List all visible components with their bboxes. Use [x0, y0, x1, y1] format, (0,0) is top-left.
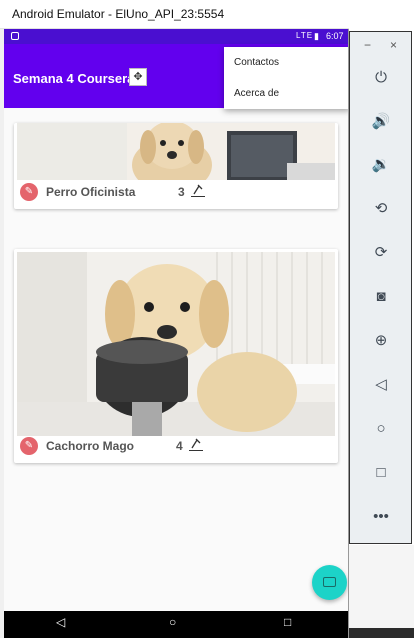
rotate-right-icon[interactable]: ⟳ — [369, 241, 393, 265]
bone-icon[interactable]: ✎ — [20, 183, 38, 201]
overflow-menu: Contactos Acerca de — [224, 47, 348, 109]
pet-card[interactable]: ✎ Perro Oficinista 3 — [14, 123, 338, 209]
pet-name: Perro Oficinista — [46, 185, 136, 199]
home-icon[interactable]: ○ — [369, 417, 393, 441]
status-time: 6:07 — [326, 31, 344, 41]
back-icon[interactable]: ◁ — [369, 373, 393, 397]
favorites-paw-icon[interactable]: ✥ — [129, 68, 147, 86]
menu-item-contactos[interactable]: Contactos — [234, 57, 279, 68]
volume-down-icon[interactable]: 🔉 — [369, 153, 393, 177]
camera-fab-button[interactable] — [312, 565, 347, 600]
pet-list[interactable]: ✎ Perro Oficinista 3 ✎ Cachorro Mago 4 — [4, 108, 348, 608]
camera-icon — [323, 577, 336, 587]
battery-icon: ▮ — [314, 31, 319, 41]
network-indicator: LTE — [296, 31, 314, 40]
power-icon[interactable]: ⏻ — [369, 66, 393, 90]
pet-likes: 4 — [176, 439, 183, 453]
zoom-icon[interactable]: ⊕ — [369, 329, 393, 353]
volume-up-icon[interactable]: 🔊 — [369, 110, 393, 134]
rotate-left-icon[interactable]: ⟲ — [369, 197, 393, 221]
more-icon[interactable]: ••• — [369, 505, 393, 529]
notification-icon — [11, 32, 19, 40]
minimize-button[interactable]: − — [364, 38, 371, 52]
overview-icon[interactable]: □ — [369, 461, 393, 485]
screenshot-camera-icon[interactable]: ◙ — [369, 285, 393, 309]
desktop-background — [349, 545, 414, 638]
nav-overview-icon[interactable]: □ — [284, 615, 291, 629]
emulator-control-panel: − × ⏻ 🔊 🔉 ⟲ ⟳ ◙ ⊕ ◁ ○ □ ••• — [349, 31, 412, 544]
rate-bone-icon[interactable] — [191, 182, 205, 197]
phone-screen[interactable]: LTE ▮ 6:07 Semana 4 Coursera ✥ Contactos… — [4, 29, 348, 638]
close-button[interactable]: × — [390, 38, 397, 52]
nav-back-icon[interactable]: ◁ — [56, 615, 65, 629]
window-title: Android Emulator - ElUno_API_23:5554 — [12, 7, 225, 21]
nav-home-icon[interactable]: ○ — [169, 615, 176, 629]
pet-photo-perro-oficinista — [17, 123, 335, 180]
pet-likes: 3 — [178, 185, 185, 199]
pet-card[interactable]: ✎ Cachorro Mago 4 — [14, 249, 338, 463]
window-titlebar[interactable]: Android Emulator - ElUno_API_23:5554 — [0, 0, 349, 29]
rate-bone-icon[interactable] — [189, 436, 203, 451]
android-nav-bar: ◁ ○ □ — [4, 611, 348, 638]
pet-photo-cachorro-mago — [17, 252, 335, 436]
pet-name: Cachorro Mago — [46, 439, 135, 453]
menu-item-acerca-de[interactable]: Acerca de — [234, 88, 279, 99]
status-bar: LTE ▮ 6:07 — [4, 29, 348, 44]
emulator-window: Android Emulator - ElUno_API_23:5554 LTE… — [0, 0, 349, 638]
app-title: Semana 4 Coursera — [13, 71, 135, 86]
bone-icon[interactable]: ✎ — [20, 437, 38, 455]
